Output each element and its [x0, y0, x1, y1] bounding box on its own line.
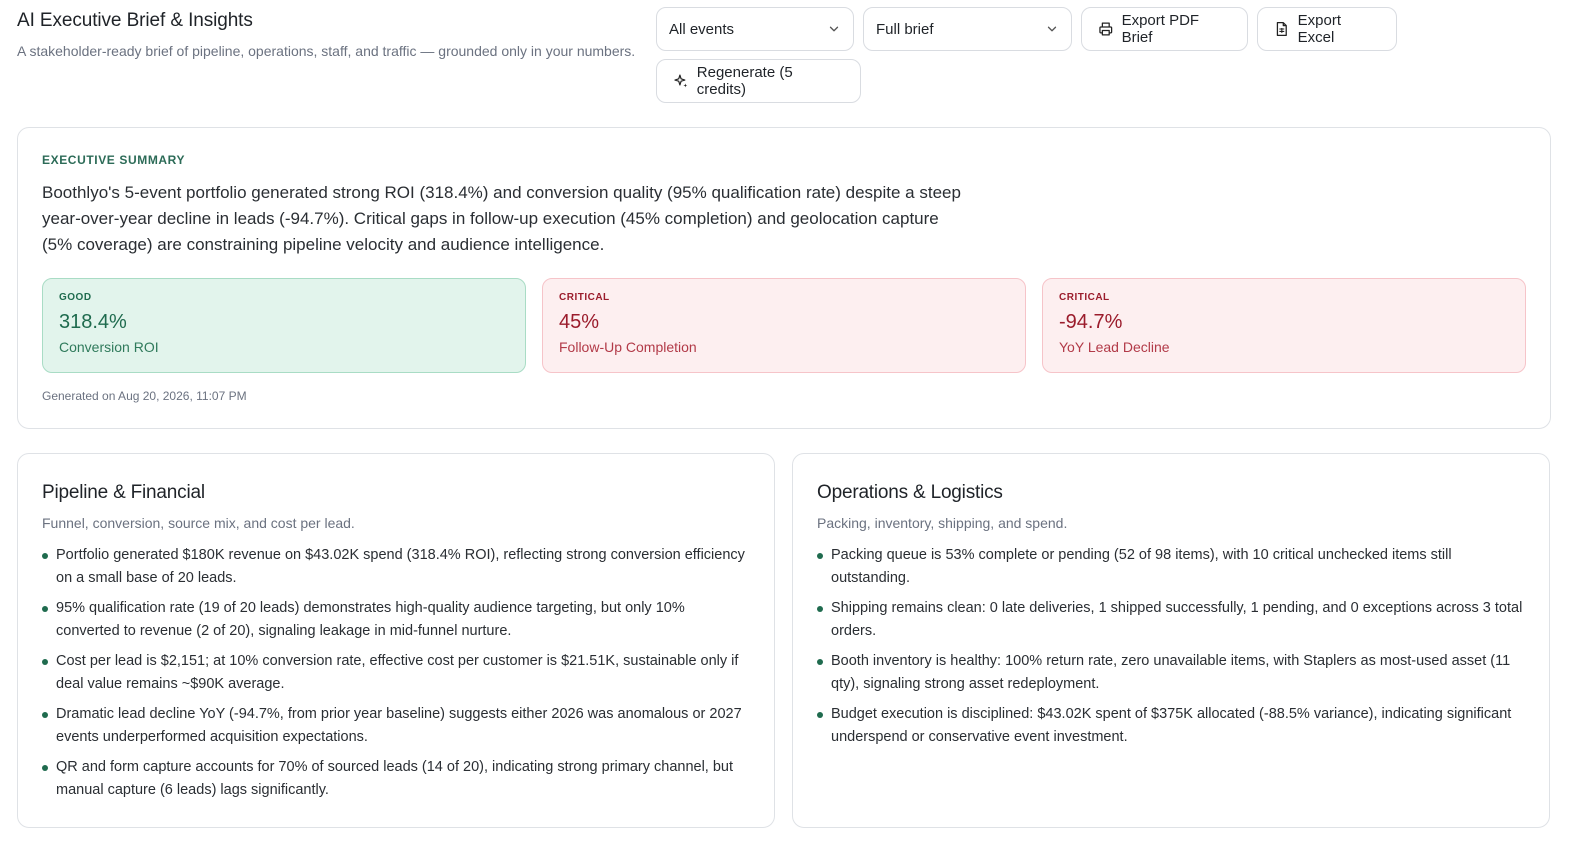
regenerate-label: Regenerate (5 credits)	[696, 64, 793, 98]
list-item: Booth inventory is healthy: 100% return …	[817, 650, 1525, 695]
list-item: Packing queue is 53% complete or pending…	[817, 544, 1525, 589]
section-subtitle: Funnel, conversion, source mix, and cost…	[42, 515, 355, 531]
insight-text: Booth inventory is healthy: 100% return …	[831, 653, 1511, 692]
list-item: 95% qualification rate (19 of 20 leads) …	[42, 597, 750, 642]
bullet-dot-icon	[42, 659, 48, 665]
event-select[interactable]: All events	[656, 7, 854, 51]
brief-select[interactable]: Full brief	[863, 7, 1072, 51]
spreadsheet-file-icon	[1276, 22, 1287, 36]
insight-text: Shipping remains clean: 0 late deliverie…	[831, 600, 1523, 639]
insight-text: Budget execution is disciplined: $43.02K…	[831, 706, 1512, 745]
executive-summary-text: Boothlyo's 5-event portfolio generated s…	[42, 183, 961, 254]
section-title: Pipeline & Financial	[42, 482, 205, 503]
insight-text: Packing queue is 53% complete or pending…	[831, 547, 1452, 586]
bullet-dot-icon	[817, 712, 823, 718]
export-excel-label: Export Excel	[1297, 12, 1341, 46]
insight-list: Portfolio generated $180K revenue on $43…	[42, 544, 750, 801]
kpi-value: 318.4%	[59, 311, 127, 333]
kpi-status-badge: GOOD	[59, 292, 92, 303]
bullet-dot-icon	[817, 553, 823, 559]
kpi-value: -94.7%	[1059, 311, 1123, 333]
brief-select-value: Full brief	[876, 20, 934, 38]
list-item: Budget execution is disciplined: $43.02K…	[817, 703, 1525, 748]
pipeline-financial-card: Pipeline & Financial Funnel, conversion,…	[17, 453, 775, 828]
kpi-card-follow-up-completion: CRITICAL 45% Follow-Up Completion	[542, 278, 1026, 373]
printer-icon	[1099, 22, 1113, 36]
generated-timestamp: Generated on Aug 20, 2026, 11:07 PM	[42, 389, 247, 403]
bullet-dot-icon	[817, 606, 823, 612]
bullet-dot-icon	[817, 659, 823, 665]
list-item: QR and form capture accounts for 70% of …	[42, 756, 750, 801]
bullet-dot-icon	[42, 765, 48, 771]
kpi-value: 45%	[559, 311, 600, 333]
event-select-value: All events	[669, 20, 735, 38]
section-title: Operations & Logistics	[817, 482, 1003, 503]
insight-list: Packing queue is 53% complete or pending…	[817, 544, 1525, 748]
kpi-card-conversion-roi: GOOD 318.4% Conversion ROI	[42, 278, 526, 373]
kpi-label: Conversion ROI	[59, 339, 159, 355]
export-excel-button[interactable]: Export Excel	[1257, 7, 1397, 51]
regenerate-button[interactable]: Regenerate (5 credits)	[656, 59, 861, 103]
export-pdf-label: Export PDF Brief	[1121, 12, 1200, 46]
insight-text: Dramatic lead decline YoY (-94.7%, from …	[56, 706, 742, 745]
executive-summary-card: EXECUTIVE SUMMARY Boothlyo's 5-event por…	[17, 127, 1551, 429]
section-subtitle: Packing, inventory, shipping, and spend.	[817, 515, 1068, 531]
list-item: Portfolio generated $180K revenue on $43…	[42, 544, 750, 589]
page-title: AI Executive Brief & Insights	[17, 10, 253, 31]
chevron-down-icon	[1047, 26, 1057, 32]
insight-text: 95% qualification rate (19 of 20 leads) …	[56, 600, 685, 639]
insight-text: Portfolio generated $180K revenue on $43…	[56, 547, 745, 586]
insight-text: QR and form capture accounts for 70% of …	[56, 759, 734, 798]
export-pdf-button[interactable]: Export PDF Brief	[1081, 7, 1248, 51]
bullet-dot-icon	[42, 712, 48, 718]
page-header: AI Executive Brief & Insights A stakehol…	[17, 10, 637, 61]
page-subtitle: A stakeholder-ready brief of pipeline, o…	[17, 43, 636, 59]
sparkles-icon	[674, 74, 688, 88]
kpi-label: YoY Lead Decline	[1059, 339, 1170, 355]
chevron-down-icon	[829, 26, 839, 32]
list-item: Dramatic lead decline YoY (-94.7%, from …	[42, 703, 750, 748]
kpi-status-badge: CRITICAL	[559, 292, 610, 303]
bullet-dot-icon	[42, 553, 48, 559]
bullet-dot-icon	[42, 606, 48, 612]
kpi-label: Follow-Up Completion	[559, 339, 697, 355]
list-item: Shipping remains clean: 0 late deliverie…	[817, 597, 1525, 642]
operations-logistics-card: Operations & Logistics Packing, inventor…	[792, 453, 1550, 828]
kpi-status-badge: CRITICAL	[1059, 292, 1110, 303]
kpi-card-yoy-lead-decline: CRITICAL -94.7% YoY Lead Decline	[1042, 278, 1526, 373]
insight-text: Cost per lead is $2,151; at 10% conversi…	[56, 653, 739, 692]
list-item: Cost per lead is $2,151; at 10% conversi…	[42, 650, 750, 695]
executive-summary-eyebrow: EXECUTIVE SUMMARY	[42, 153, 186, 167]
